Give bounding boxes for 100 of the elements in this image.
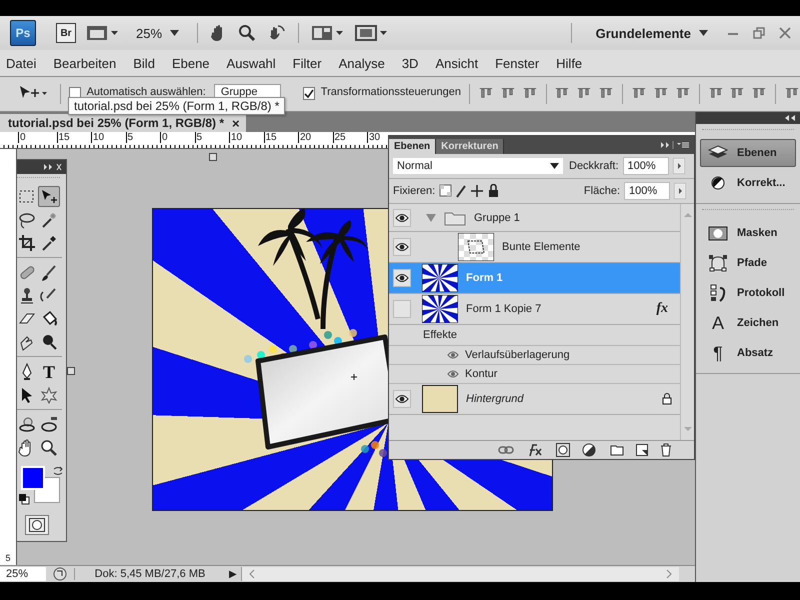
panel-tab[interactable]: Korrekturen (436, 139, 504, 154)
menu-item[interactable]: 3D (402, 54, 418, 72)
dodge-tool-icon[interactable] (40, 332, 58, 350)
auto-select-label: Automatisch auswählen: (86, 85, 206, 98)
marquee-tool-icon[interactable] (18, 188, 36, 206)
menu-item[interactable]: Datei (6, 54, 36, 72)
new-group-icon[interactable] (610, 444, 624, 456)
collapse-icon[interactable] (784, 114, 796, 122)
opacity-label: Deckkraft: (569, 160, 619, 172)
panel-button[interactable]: ¶ Absatz (700, 339, 796, 367)
menu-item[interactable]: Ebene (172, 54, 210, 72)
menu-item[interactable]: Bild (133, 54, 155, 72)
panel-button[interactable]: Masken (700, 219, 796, 247)
transform-handle[interactable] (67, 367, 75, 375)
shape-tool-icon[interactable] (40, 386, 58, 404)
panel-button[interactable]: Protokoll (700, 279, 796, 307)
transform-handle[interactable] (209, 153, 217, 161)
visibility-toggle[interactable] (393, 300, 411, 318)
effect-visibility-toggle[interactable] (447, 369, 459, 379)
menu-item[interactable]: Filter (292, 54, 322, 72)
blend-mode-dropdown[interactable]: Normal (393, 158, 563, 174)
layer-row[interactable]: Hintergrund (389, 384, 680, 415)
collapse-icon[interactable] (42, 163, 62, 171)
effects-label: Effekte (423, 329, 458, 341)
workspace-select[interactable]: Grundelemente (596, 26, 708, 40)
zoom-tool-icon[interactable] (40, 438, 58, 456)
crop-tool-icon[interactable] (18, 234, 36, 252)
history-brush-tool-icon[interactable] (40, 286, 58, 304)
opacity-field[interactable]: 100% (622, 157, 669, 175)
layer-name: Bunte Elemente (502, 241, 580, 253)
lasso-tool-icon[interactable] (18, 210, 36, 228)
orbit-3d-tool-icon[interactable] (40, 416, 58, 434)
horizontal-scrollbar[interactable] (241, 567, 679, 581)
trash-icon[interactable] (660, 443, 672, 457)
photoshop-logo[interactable]: Ps (10, 20, 36, 46)
panel-glyph-icon: A (707, 312, 729, 334)
fill-slider-button[interactable] (674, 183, 686, 199)
brush-tool-icon[interactable] (40, 264, 58, 282)
stamp-tool-icon[interactable] (18, 286, 36, 304)
eyedropper-tool-icon[interactable] (40, 234, 58, 252)
menu-item[interactable]: Hilfe (556, 54, 582, 72)
menu-item[interactable]: Auswahl (226, 54, 276, 72)
zoom-select[interactable]: 25% (134, 24, 182, 42)
layer-name: Gruppe 1 (474, 212, 520, 224)
menu-item[interactable]: Ansicht (435, 54, 478, 72)
default-colors-icon[interactable] (18, 493, 30, 505)
document-tab[interactable]: tutorial.psd bei 25% (Form 1, RGB/8) * × (0, 114, 246, 132)
eye-icon (395, 394, 409, 404)
visibility-toggle[interactable] (393, 208, 411, 226)
link-icon[interactable] (498, 445, 514, 455)
visibility-toggle[interactable] (393, 269, 411, 287)
status-menu-button[interactable]: ▶ (225, 568, 241, 580)
crosshair-cursor-icon (350, 374, 358, 380)
menu-item[interactable]: Analyse (338, 54, 385, 72)
opacity-slider-button[interactable] (672, 158, 685, 174)
quick-mask-button[interactable] (25, 515, 49, 535)
panel-menu-icon[interactable] (660, 140, 690, 150)
effects-badge[interactable]: fx (656, 301, 668, 317)
screen-mode-icon[interactable] (355, 24, 390, 42)
panel-button[interactable]: Ebenen (700, 139, 796, 167)
magic-wand-tool-icon[interactable] (40, 210, 58, 228)
layer-row[interactable]: Gruppe 1 (389, 204, 680, 232)
type-tool[interactable]: T (42, 362, 55, 380)
close-icon[interactable] (778, 26, 792, 40)
rotate-3d-tool-icon[interactable] (18, 416, 36, 434)
menu-item[interactable]: Fenster (495, 54, 540, 72)
panel-button[interactable]: Korrekt... (700, 169, 796, 197)
effect-visibility-toggle[interactable] (447, 350, 459, 360)
visibility-toggle[interactable] (393, 390, 411, 408)
panel-tab[interactable]: Ebenen (389, 139, 436, 154)
menu-item[interactable]: Bearbeiten (53, 54, 116, 72)
arrange-documents-icon[interactable] (311, 24, 346, 42)
close-tab-button[interactable]: × (232, 116, 240, 130)
bridge-button[interactable]: Br (56, 23, 76, 43)
caret-icon (170, 30, 180, 36)
adjustment-layer-icon[interactable] (582, 443, 598, 457)
panel-button[interactable]: Pfade (700, 249, 796, 277)
new-layer-icon[interactable] (636, 444, 648, 456)
eye-icon (447, 370, 459, 378)
document-size-info: Dok: 5,45 MB/27,6 MB (74, 568, 225, 580)
fill-field[interactable]: 100% (624, 182, 670, 200)
layer-row[interactable]: Form 1 Kopie 7 fx (389, 294, 680, 325)
eye-icon (395, 212, 409, 222)
scroll-left-icon[interactable] (248, 569, 256, 579)
transform-controls-checkbox[interactable] (302, 87, 315, 100)
scroll-right-icon[interactable] (665, 569, 673, 579)
export-icon[interactable] (52, 567, 68, 581)
panel-button[interactable]: A Zeichen (700, 309, 796, 337)
swap-colors-icon[interactable] (52, 465, 64, 477)
add-mask-icon[interactable] (556, 443, 570, 457)
panel-glyph-icon: ¶ (707, 342, 729, 364)
tooltip: tutorial.psd bei 25% (Form 1, RGB/8) * (68, 97, 286, 115)
zoom-field[interactable]: 25% (0, 567, 46, 581)
visibility-toggle[interactable] (393, 238, 411, 256)
effect-name[interactable]: Verlaufsüberlagerung (465, 349, 570, 361)
zoom-icon[interactable] (238, 24, 256, 42)
color-swatches[interactable] (18, 465, 60, 505)
effect-name[interactable]: Kontur (465, 368, 498, 380)
restore-icon[interactable] (752, 26, 766, 40)
bucket-tool-icon[interactable] (40, 310, 58, 328)
